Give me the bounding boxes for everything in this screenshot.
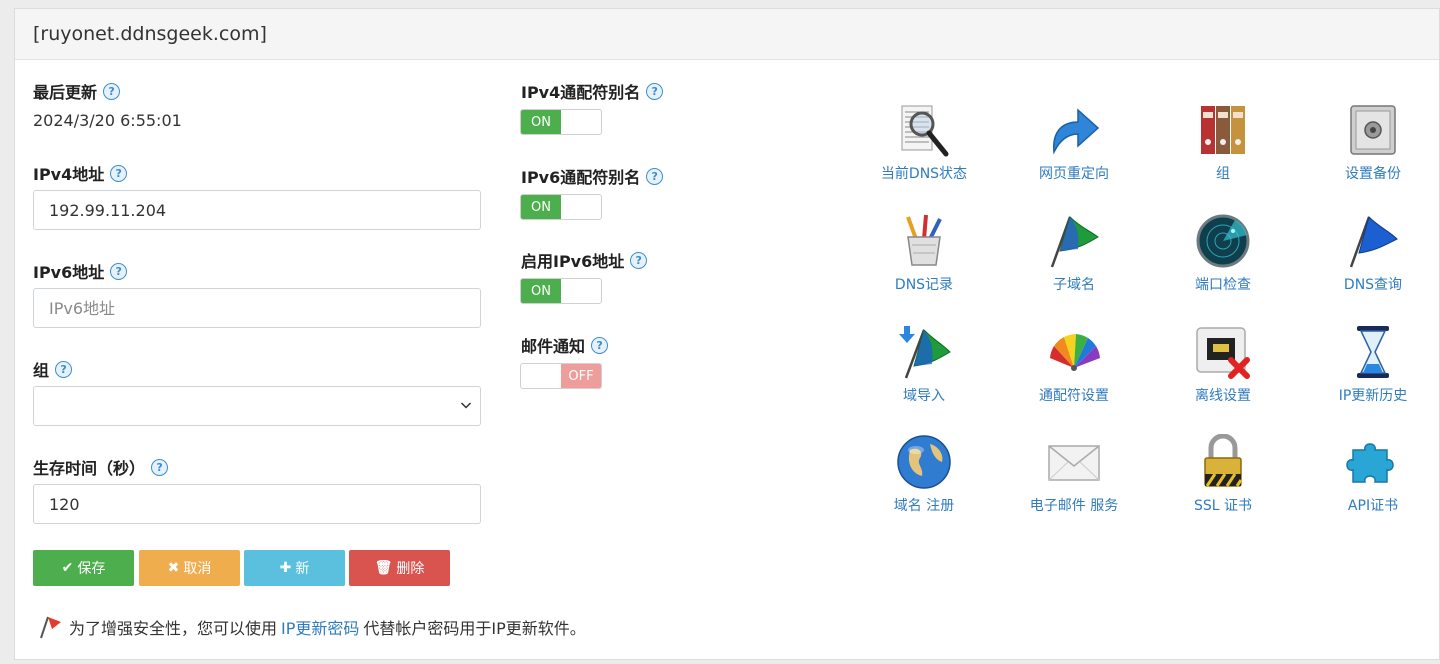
toggle-label-enable-ipv6: 启用IPv6地址? — [521, 248, 648, 272]
tool-offline-settings[interactable]: 离线设置 — [1148, 324, 1298, 405]
chevron-down-icon — [460, 402, 472, 409]
ipv4-input[interactable] — [33, 190, 481, 230]
domain-title: [ruyonet.ddnsgeek.com] — [33, 23, 267, 45]
email-notify-toggle[interactable]: OFF — [520, 363, 602, 389]
tool-dns-status[interactable]: 当前DNS状态 — [849, 102, 999, 183]
security-notice: 为了增强安全性，您可以使用 IP更新密码 代替帐户密码用于IP更新软件。 — [37, 614, 586, 640]
new-button[interactable]: ✚ 新 — [244, 550, 345, 586]
pencil-cup-icon — [906, 214, 942, 266]
envelope-icon — [1048, 445, 1100, 481]
dns-status-magnifier-icon — [901, 105, 949, 157]
enable-ipv6-toggle[interactable]: ON — [520, 278, 602, 304]
tool-settings-backup[interactable]: 设置备份 — [1298, 102, 1440, 183]
tool-ssl-certificate[interactable]: SSL 证书 — [1148, 434, 1298, 515]
ipv4-label: IPv4地址? — [33, 161, 128, 185]
check-icon: ✔ — [61, 560, 74, 576]
ipv4-wildcard-toggle[interactable]: ON — [520, 109, 602, 135]
globe-icon — [897, 435, 951, 489]
panel-header: [ruyonet.ddnsgeek.com] — [15, 9, 1439, 60]
redirect-arrow-icon — [1053, 108, 1100, 155]
last-update-value: 2024/3/20 6:55:01 — [33, 111, 182, 130]
tool-domain-registration[interactable]: 域名 注册 — [849, 434, 999, 515]
toggle-label-email-notify: 邮件通知? — [521, 333, 609, 357]
plus-icon: ✚ — [279, 560, 292, 576]
flag-import-icon — [899, 326, 951, 379]
group-label: 组? — [33, 357, 73, 381]
help-icon[interactable]: ? — [55, 360, 73, 378]
tool-email-service[interactable]: 电子邮件 服务 — [999, 434, 1149, 515]
tool-dns-records[interactable]: DNS记录 — [849, 213, 999, 294]
binders-icon — [1201, 106, 1245, 154]
radar-icon — [1196, 214, 1250, 268]
safe-icon — [1350, 105, 1396, 155]
tool-web-redirect[interactable]: 网页重定向 — [999, 102, 1149, 183]
cancel-button[interactable]: ✖ 取消 — [139, 550, 240, 586]
ipv6-input[interactable] — [33, 288, 481, 328]
hourglass-icon — [1357, 326, 1389, 378]
help-icon[interactable]: ? — [151, 458, 169, 476]
ttl-label: 生存时间（秒）? — [33, 455, 169, 479]
tool-subdomain[interactable]: 子域名 — [999, 213, 1149, 294]
color-fan-icon — [1050, 334, 1100, 371]
help-icon[interactable]: ? — [591, 336, 609, 354]
tool-port-check[interactable]: 端口检查 — [1148, 213, 1298, 294]
delete-button[interactable]: 🗑 删除 — [349, 550, 450, 586]
help-icon[interactable]: ? — [646, 167, 664, 185]
tool-group[interactable]: 组 — [1148, 102, 1298, 183]
save-button[interactable]: ✔ 保存 — [33, 550, 134, 586]
green-flag-icon — [1050, 216, 1099, 268]
network-port-offline-icon — [1196, 327, 1250, 379]
help-icon[interactable]: ? — [110, 164, 128, 182]
help-icon[interactable]: ? — [110, 262, 128, 280]
puzzle-icon — [1346, 443, 1394, 483]
close-icon: ✖ — [167, 560, 180, 576]
tool-domain-import[interactable]: 域导入 — [849, 324, 999, 405]
help-icon[interactable]: ? — [646, 82, 664, 100]
tool-api-certificate[interactable]: API证书 — [1298, 434, 1440, 515]
ipv6-wildcard-toggle[interactable]: ON — [520, 194, 602, 220]
ip-update-password-link[interactable]: IP更新密码 — [281, 615, 359, 639]
trash-icon: 🗑 — [374, 560, 393, 576]
blue-flag-icon — [1349, 216, 1398, 268]
tool-ip-update-history[interactable]: IP更新历史 — [1298, 324, 1440, 405]
toggle-label-ipv4-wildcard: IPv4通配符别名? — [521, 79, 664, 103]
ttl-input[interactable] — [33, 484, 481, 524]
help-icon[interactable]: ? — [103, 82, 121, 100]
red-flag-icon — [40, 616, 61, 639]
padlock-icon — [1204, 434, 1243, 487]
tool-dns-lookup[interactable]: DNS查询 — [1298, 213, 1440, 294]
last-update-label: 最后更新? — [33, 79, 121, 103]
group-select[interactable] — [33, 386, 481, 426]
help-icon[interactable]: ? — [630, 251, 648, 269]
ipv6-label: IPv6地址? — [33, 259, 128, 283]
toggle-label-ipv6-wildcard: IPv6通配符别名? — [521, 164, 664, 188]
tool-wildcard-settings[interactable]: 通配符设置 — [999, 324, 1149, 405]
